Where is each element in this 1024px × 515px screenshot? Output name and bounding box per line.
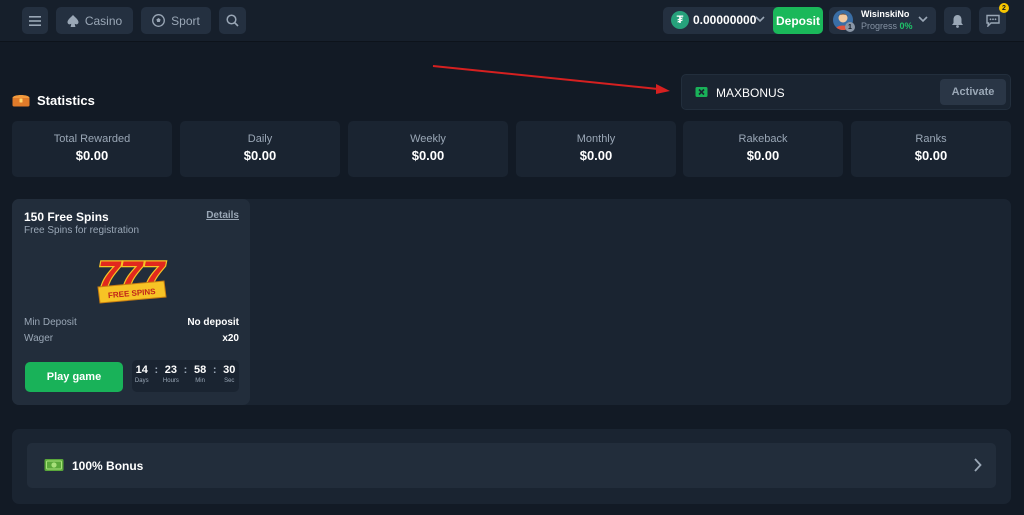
free-spins-card: 150 Free Spins Free Spins for registrati… <box>12 199 250 405</box>
bell-icon <box>952 14 963 28</box>
casino-label: Casino <box>84 13 123 28</box>
timer-days: 14 <box>135 364 148 376</box>
hamburger-icon <box>29 15 41 26</box>
stat-value: $0.00 <box>914 148 948 163</box>
stat-card-daily: Daily $0.00 <box>180 121 340 177</box>
timer-hours-label: Hours <box>162 378 179 384</box>
stat-value: $0.00 <box>579 148 613 163</box>
chat-count-badge: 2 <box>999 3 1009 13</box>
soccer-ball-icon <box>152 14 166 27</box>
top-header: Casino Sport ₮ 0.00000000 Deposit 1 Wisi… <box>0 0 1024 42</box>
bonus-subtitle: Free Spins for registration <box>24 225 140 236</box>
countdown-timer: 14 Days : 23 Hours : 58 Min : 30 Sec <box>132 360 239 392</box>
min-deposit-value: No deposit <box>187 317 239 328</box>
deposit-bonus-label: 100% Bonus <box>72 459 144 473</box>
promo-code-value: MAXBONUS <box>716 86 785 100</box>
chevron-down-icon <box>918 16 928 23</box>
progress-text: Progress 0% <box>861 21 913 31</box>
deposit-bonus-row[interactable]: 100% Bonus <box>27 443 996 488</box>
notifications-button[interactable] <box>944 7 971 34</box>
stat-card-rakeback: Rakeback $0.00 <box>683 121 843 177</box>
stat-value: $0.00 <box>746 148 780 163</box>
stat-value: $0.00 <box>411 148 445 163</box>
username: WisinskiNo <box>861 9 910 19</box>
chat-button[interactable]: 2 <box>979 3 1009 34</box>
sport-nav-button[interactable]: Sport <box>141 7 211 34</box>
play-game-button[interactable]: Play game <box>25 362 123 392</box>
timer-sec-label: Sec <box>224 378 235 384</box>
menu-button[interactable] <box>22 7 48 34</box>
min-deposit-row: Min Deposit No deposit <box>24 317 239 328</box>
stat-label: Rakeback <box>738 133 788 145</box>
timer-sec: 30 <box>223 364 236 376</box>
stat-value: $0.00 <box>243 148 277 163</box>
tether-icon: ₮ <box>671 11 689 29</box>
wallet-balance: 0.00000000 <box>693 13 757 27</box>
progress-value: 0% <box>899 21 913 31</box>
spade-icon <box>67 14 79 27</box>
stat-label: Total Rewarded <box>53 133 131 145</box>
chevron-down-icon <box>755 16 765 23</box>
search-icon <box>226 14 239 27</box>
deposit-button[interactable]: Deposit <box>773 7 823 34</box>
stat-card-ranks: Ranks $0.00 <box>851 121 1011 177</box>
annotation-arrow-icon <box>432 65 670 94</box>
ticket-icon <box>695 87 708 97</box>
chevron-right-icon <box>974 458 982 472</box>
stat-card-weekly: Weekly $0.00 <box>348 121 508 177</box>
timer-min: 58 <box>193 364 207 376</box>
stat-label: Monthly <box>576 133 616 145</box>
casino-nav-button[interactable]: Casino <box>56 7 133 34</box>
details-link[interactable]: Details <box>206 210 239 221</box>
wager-label: Wager <box>24 333 54 344</box>
timer-hours: 23 <box>164 364 178 376</box>
stat-label: Weekly <box>410 133 446 145</box>
stat-label: Daily <box>247 133 273 145</box>
min-deposit-label: Min Deposit <box>24 317 77 328</box>
chat-bubble-icon <box>985 14 1000 27</box>
stat-card-monthly: Monthly $0.00 <box>516 121 676 177</box>
wager-value: x20 <box>222 333 239 344</box>
timer-min-label: Min <box>195 378 205 384</box>
promo-code-field[interactable]: MAXBONUS Activate <box>681 74 1011 110</box>
level-badge: 1 <box>845 22 855 32</box>
stat-label: Ranks <box>915 133 947 145</box>
wager-row: Wager x20 <box>24 333 239 344</box>
timer-days-label: Days <box>134 378 149 384</box>
wallet-selector[interactable]: ₮ 0.00000000 Deposit <box>663 7 823 34</box>
bonus-title: 150 Free Spins <box>24 210 109 224</box>
free-spins-777-icon: 777 FREE SPINS <box>96 253 167 304</box>
cash-icon <box>44 459 64 471</box>
activate-button[interactable]: Activate <box>940 79 1006 105</box>
sport-label: Sport <box>171 13 200 28</box>
stat-value: $0.00 <box>75 148 109 163</box>
statistics-title: Statistics <box>37 93 95 108</box>
treasure-chest-icon <box>12 95 30 107</box>
search-button[interactable] <box>219 7 246 34</box>
stat-card-total-rewarded: Total Rewarded $0.00 <box>12 121 172 177</box>
user-menu[interactable]: 1 WisinskiNo Progress 0% <box>829 7 936 34</box>
